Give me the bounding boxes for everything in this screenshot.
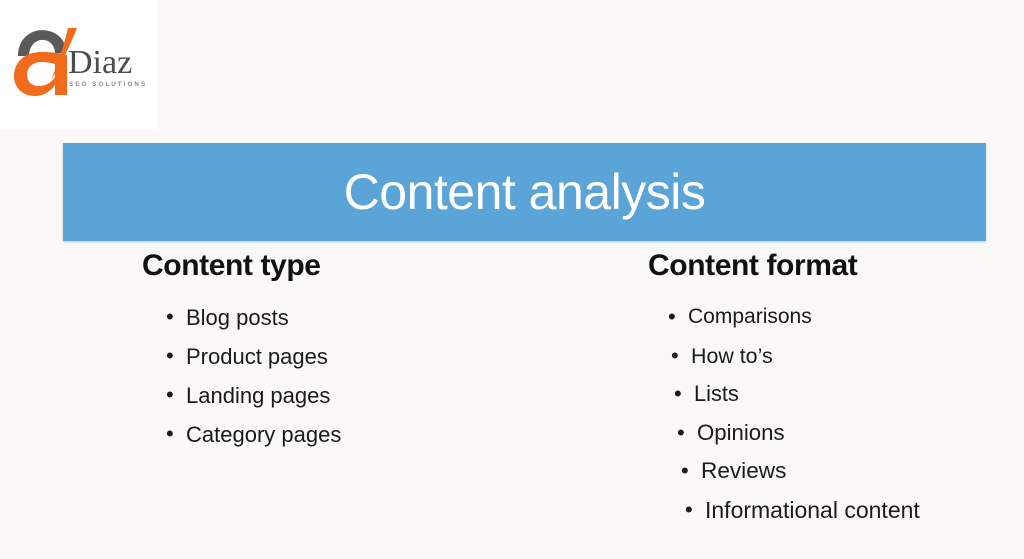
column-heading: Content type xyxy=(142,249,321,282)
list-item: • How to’s xyxy=(671,337,1024,376)
column-content-type: Content type • Blog posts • Product page… xyxy=(142,248,572,454)
content-format-list: • Comparisons • How to’s • Lists • Opini… xyxy=(648,298,1024,529)
column-content-format: Content format • Comparisons • How to’s … xyxy=(648,248,1024,529)
slide-canvas: Diaz SEO SOLUTIONS Content analysis Cont… xyxy=(0,0,1024,559)
content-columns: Content type • Blog posts • Product page… xyxy=(0,248,1024,548)
list-item-label: Blog posts xyxy=(186,305,289,330)
list-item: • Informational content xyxy=(685,491,1024,530)
bullet-icon: • xyxy=(166,421,174,446)
list-item: • Comparisons xyxy=(668,298,1024,337)
bullet-icon: • xyxy=(668,304,676,329)
list-item-label: Landing pages xyxy=(186,383,331,408)
logo-tagline: SEO SOLUTIONS xyxy=(69,81,148,88)
logo-name: Diaz xyxy=(68,44,133,81)
bullet-icon: • xyxy=(166,343,174,368)
bullet-icon: • xyxy=(671,342,679,368)
logo-inner: Diaz SEO SOLUTIONS xyxy=(8,22,153,102)
column-heading: Content format xyxy=(648,249,858,282)
bullet-icon: • xyxy=(685,496,693,522)
list-item: • Category pages xyxy=(166,415,572,454)
list-item-label: How to’s xyxy=(691,343,773,368)
bullet-icon: • xyxy=(166,304,174,329)
bullet-icon: • xyxy=(677,419,685,445)
list-item-label: Product pages xyxy=(186,344,328,369)
logo-wordmark: Diaz SEO SOLUTIONS xyxy=(68,46,157,98)
list-item: • Landing pages xyxy=(166,376,572,415)
page-title: Content analysis xyxy=(343,164,706,220)
brand-logo: Diaz SEO SOLUTIONS xyxy=(0,0,157,129)
list-item-label: Category pages xyxy=(186,422,342,447)
list-item: • Product pages xyxy=(166,337,572,376)
list-item-label: Informational content xyxy=(705,496,920,523)
list-item: • Reviews xyxy=(681,452,1024,491)
list-item-label: Reviews xyxy=(701,458,787,483)
list-item-label: Lists xyxy=(694,381,739,406)
bullet-icon: • xyxy=(166,382,174,407)
list-item-label: Opinions xyxy=(697,419,785,445)
list-item: • Lists xyxy=(674,375,1024,414)
bullet-icon: • xyxy=(674,381,682,406)
list-item: • Opinions xyxy=(677,414,1024,453)
bullet-icon: • xyxy=(681,458,689,483)
list-item: • Blog posts xyxy=(166,298,572,337)
content-type-list: • Blog posts • Product pages • Landing p… xyxy=(142,298,572,454)
title-banner: Content analysis xyxy=(63,143,986,241)
list-item-label: Comparisons xyxy=(688,305,812,328)
